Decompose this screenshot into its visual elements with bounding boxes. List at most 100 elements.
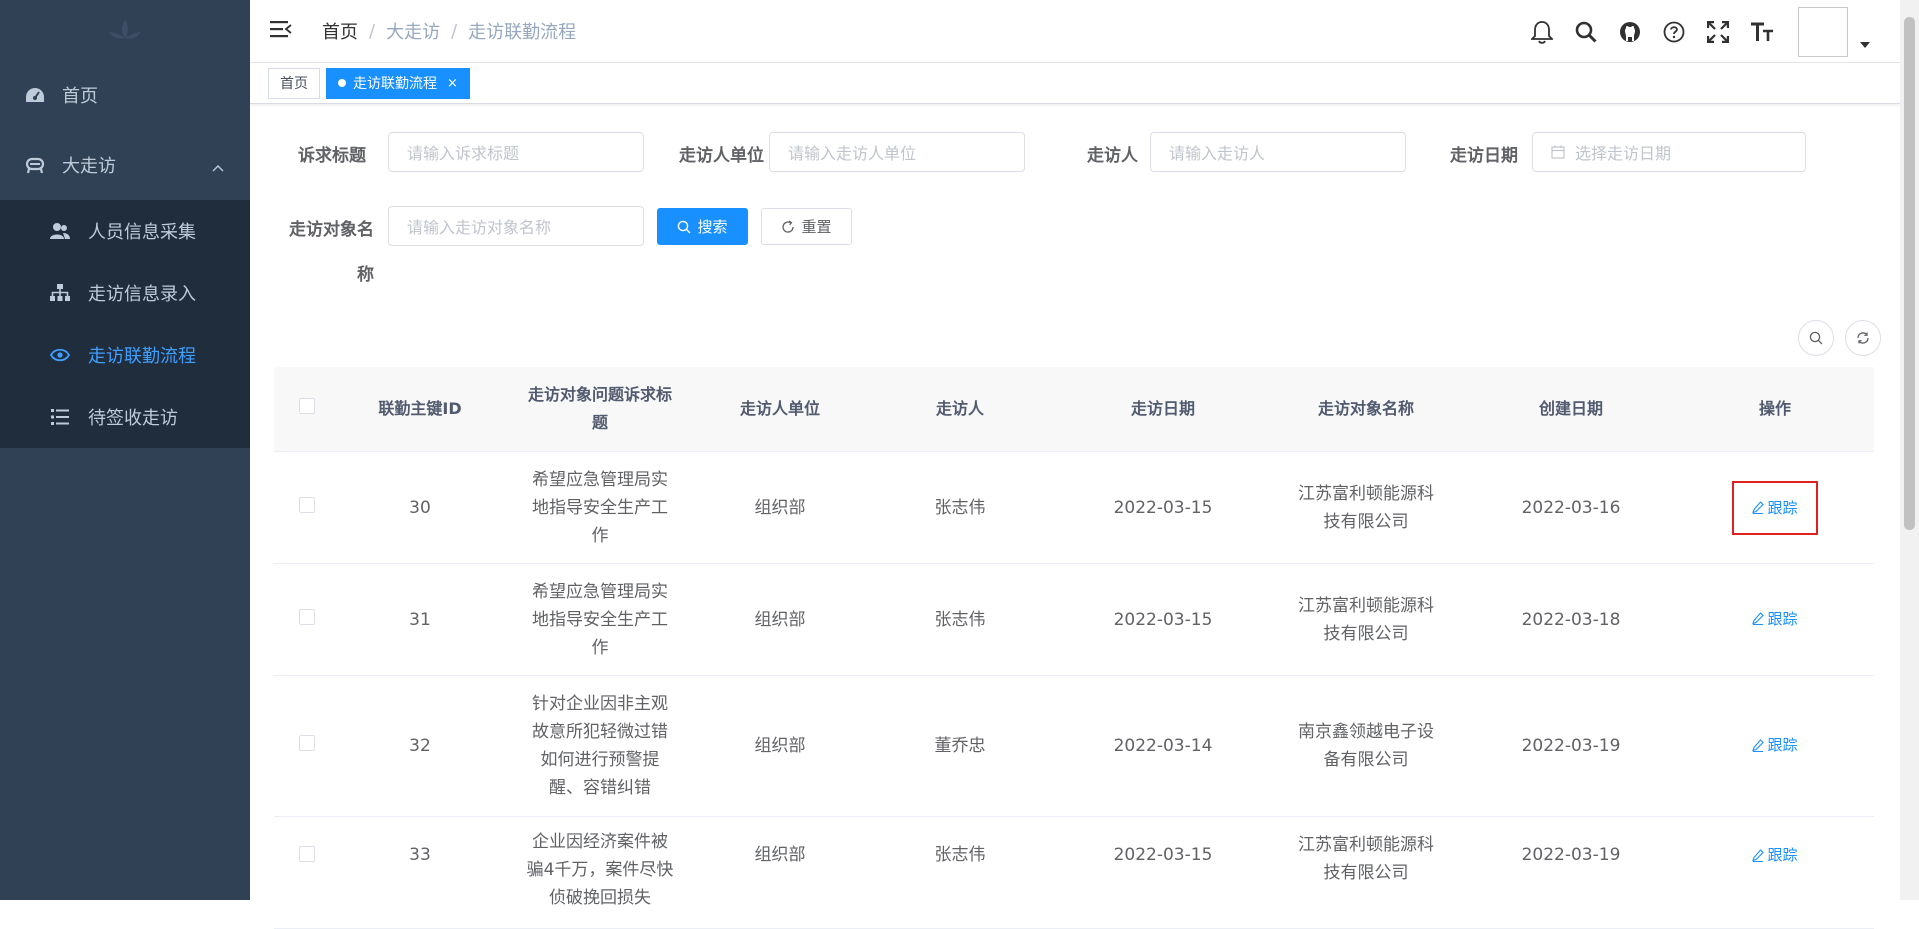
cell-target-text: 江苏富利顿能源科技有限公司 xyxy=(1298,835,1434,883)
search-icon xyxy=(677,220,691,234)
bell-icon[interactable] xyxy=(1529,19,1555,45)
breadcrumb-visit[interactable]: 大走访 xyxy=(386,18,440,44)
cell-unit: 组织部 xyxy=(754,845,806,865)
tag-visit-process[interactable]: 走访联勤流程 × xyxy=(326,67,470,99)
target-label-line2: 称 xyxy=(357,265,374,285)
sidebar-item-visit-entry[interactable]: 走访信息录入 xyxy=(0,262,250,324)
cell-visit-date: 2022-03-14 xyxy=(1113,736,1213,756)
track-button[interactable]: 跟踪 xyxy=(1749,605,1800,633)
edit-icon xyxy=(1752,738,1765,752)
lotus-logo-icon xyxy=(109,20,141,39)
row-select-cell xyxy=(274,732,340,760)
header-unit: 走访人单位 xyxy=(739,399,820,418)
github-icon[interactable] xyxy=(1617,19,1643,45)
visitor-search-input[interactable]: 请输入走访人 xyxy=(1150,132,1406,172)
tags-view: 首页 走访联勤流程 × xyxy=(250,63,1900,104)
cell-visitor: 董乔忠 xyxy=(934,736,986,756)
cell-id: 33 xyxy=(409,845,431,865)
cell-target-text: 江苏富利顿能源科技有限公司 xyxy=(1298,483,1434,532)
row-checkbox[interactable] xyxy=(299,608,315,625)
table-row: 33 企业因经济案件被骗4千万，案件尽快侦破挽回损失 组织部 张志伟 2022-… xyxy=(274,817,1874,929)
sidebar-item-label: 大走访 xyxy=(62,156,116,177)
eye-icon xyxy=(50,345,70,365)
cell-created: 2022-03-19 xyxy=(1521,845,1621,865)
sidebar-item-pending-visits[interactable]: 待签收走访 xyxy=(0,386,250,448)
track-label: 跟踪 xyxy=(1767,498,1798,517)
sidebar-item-label: 走访信息录入 xyxy=(88,284,196,305)
title-label: 诉求标题 xyxy=(298,146,366,166)
sidebar-item-visit-process[interactable]: 走访联勤流程 xyxy=(0,324,250,386)
input-placeholder: 请输入走访人 xyxy=(1169,144,1266,163)
cell-created: 2022-03-16 xyxy=(1521,497,1621,518)
track-button[interactable]: 跟踪 xyxy=(1732,480,1818,535)
header-id: 联勤主键ID xyxy=(378,399,462,418)
cell-title-text: 希望应急管理局实地指导安全生产工作 xyxy=(532,469,668,546)
avatar[interactable] xyxy=(1798,6,1848,57)
tag-home[interactable]: 首页 xyxy=(268,67,320,99)
cell-id: 31 xyxy=(409,609,431,630)
row-checkbox[interactable] xyxy=(299,496,315,513)
hamburger-icon[interactable] xyxy=(270,19,294,43)
search-button[interactable]: 搜索 xyxy=(657,208,748,245)
help-icon[interactable] xyxy=(1661,19,1687,45)
cell-target: 江苏富利顿能源科技有限公司 xyxy=(1266,831,1466,887)
cell-id: 30 xyxy=(409,497,431,518)
close-icon[interactable]: × xyxy=(447,76,458,91)
track-button[interactable]: 跟踪 xyxy=(1749,731,1800,759)
cell-visitor: 张志伟 xyxy=(934,845,986,865)
cell-unit: 组织部 xyxy=(754,609,806,630)
sidebar-item-label: 人员信息采集 xyxy=(88,222,196,243)
cell-action: 跟踪 xyxy=(1676,831,1874,871)
caret-down-icon[interactable] xyxy=(1860,33,1870,52)
breadcrumb-current: 走访联勤流程 xyxy=(468,22,577,43)
main-content: 诉求标题 请输入诉求标题 走访人单位 请输入走访人单位 走访人 请输入走访人 走… xyxy=(250,104,1900,929)
select-all-checkbox[interactable] xyxy=(299,398,315,414)
sidebar: 首页 大走访 人员信息采集 走访信息录入 走访联勤流程 待签收走访 xyxy=(0,0,250,900)
toggle-search-button[interactable] xyxy=(1798,320,1834,356)
navbar: 首页 / 大走访 / 走访联勤流程 xyxy=(250,0,1900,63)
input-placeholder: 请输入走访人单位 xyxy=(788,144,917,163)
cell-created: 2022-03-19 xyxy=(1521,736,1621,756)
title-search-input[interactable]: 请输入诉求标题 xyxy=(388,132,644,172)
sidebar-item-home[interactable]: 首页 xyxy=(0,60,250,130)
cell-action: 跟踪 xyxy=(1676,605,1874,635)
cell-title-text: 希望应急管理局实地指导安全生产工作 xyxy=(532,581,668,658)
table-header: 联勤主键ID 走访对象问题诉求标题 走访人单位 走访人 走访日期 走访对象名称 … xyxy=(274,367,1874,452)
scrollbar-thumb[interactable] xyxy=(1904,17,1915,530)
chevron-up-icon xyxy=(212,156,224,177)
visit-icon xyxy=(24,154,46,176)
calendar-icon xyxy=(1551,145,1565,159)
tag-label: 首页 xyxy=(280,76,308,92)
visitor-label: 走访人 xyxy=(1087,146,1138,166)
unit-search-input[interactable]: 请输入走访人单位 xyxy=(769,132,1025,172)
cell-title-text: 企业因经济案件被骗4千万，案件尽快侦破挽回损失 xyxy=(526,832,674,908)
header-created: 创建日期 xyxy=(1538,399,1603,418)
sidebar-item-people-collection[interactable]: 人员信息采集 xyxy=(0,200,250,262)
reset-button[interactable]: 重置 xyxy=(761,208,852,245)
cell-target: 南京鑫领越电子设备有限公司 xyxy=(1266,718,1466,774)
cell-created: 2022-03-18 xyxy=(1521,609,1621,630)
font-size-icon[interactable] xyxy=(1749,19,1775,45)
row-checkbox[interactable] xyxy=(299,735,315,751)
refresh-table-button[interactable] xyxy=(1845,320,1881,356)
cell-visit-date: 2022-03-15 xyxy=(1113,497,1213,518)
sidebar-item-label: 待签收走访 xyxy=(88,408,178,429)
input-placeholder: 请输入诉求标题 xyxy=(407,144,520,163)
cell-unit: 组织部 xyxy=(754,497,806,518)
page-scrollbar[interactable] xyxy=(1900,0,1919,900)
submenu-visit: 人员信息采集 走访信息录入 走访联勤流程 待签收走访 xyxy=(0,200,250,448)
refresh-icon xyxy=(781,219,795,234)
search-icon[interactable] xyxy=(1573,19,1599,45)
tag-label: 走访联勤流程 xyxy=(353,76,437,92)
reset-button-label: 重置 xyxy=(801,218,832,236)
target-search-input[interactable]: 请输入走访对象名称 xyxy=(388,206,644,246)
breadcrumb-home[interactable]: 首页 xyxy=(322,18,358,44)
people-icon xyxy=(50,221,70,241)
cell-title-text: 针对企业因非主观故意所犯轻微过错如何进行预警提醒、容错纠错 xyxy=(532,694,668,798)
date-picker-input[interactable]: 选择走访日期 xyxy=(1532,132,1806,172)
track-button[interactable]: 跟踪 xyxy=(1749,841,1800,869)
sidebar-item-visit[interactable]: 大走访 xyxy=(0,130,250,200)
fullscreen-icon[interactable] xyxy=(1705,19,1731,45)
row-select-cell xyxy=(274,831,340,871)
row-checkbox[interactable] xyxy=(299,846,315,862)
